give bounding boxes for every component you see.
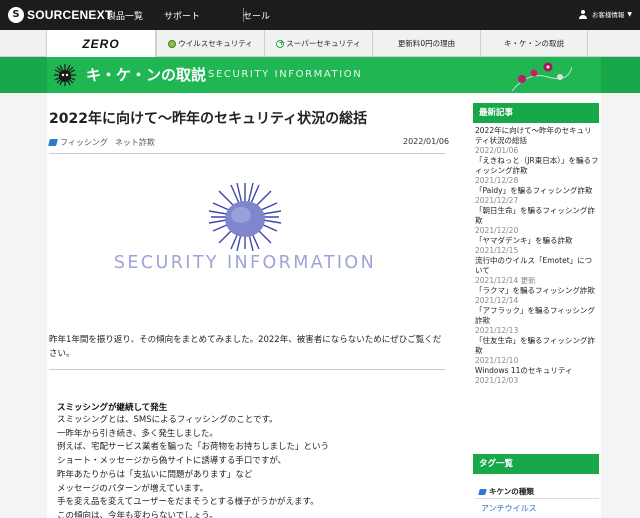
account-label: お客様情報 <box>591 11 625 19</box>
divider <box>475 498 599 499</box>
banner-decoration-icon <box>511 62 572 92</box>
article-main: 2022年に向けて〜昨年のセキュリティ状況の総括 フィッシング ネット詐欺 20… <box>47 93 453 518</box>
list-item[interactable]: 「住友生命」を騙るフィッシング詐欺 2021/12/10 <box>475 336 599 366</box>
recent-article-date: 2021/12/20 <box>475 226 519 235</box>
recent-article-title[interactable]: 「朝日生命」を騙るフィッシング詐欺 <box>475 206 599 226</box>
recent-article-title[interactable]: 「えきねっと（JR東日本）」を騙るフィッシング詐欺 <box>475 156 599 176</box>
recent-article-date: 2021/12/14 更新 <box>475 276 536 285</box>
recent-article-title[interactable]: 「住友生命」を騙るフィッシング詐欺 <box>475 336 599 356</box>
recent-article-date: 2021/12/15 <box>475 246 519 255</box>
tab-label: スーパーセキュリティ <box>286 39 361 48</box>
divider <box>49 153 445 154</box>
sidebar: 最新記事 2022年に向けて〜昨年のセキュリティ状況の総括 2022/01/06… <box>473 93 601 518</box>
tag-net-fraud[interactable]: ネット詐欺 <box>115 137 155 148</box>
body-line: 例えば、宅配サービス業者を騙った「お荷物をお持ちしました」という <box>57 442 330 453</box>
sourcenext-logo[interactable]: S SOURCENEXT <box>8 7 112 23</box>
sourcenext-logo-text: SOURCENEXT <box>27 8 113 22</box>
section-heading: スミッシングが継続して発生 <box>57 403 168 413</box>
recent-article-date: 2021/12/03 <box>475 376 519 385</box>
category-heading: キケンの種類 <box>478 486 534 497</box>
super-security-icon <box>276 38 285 48</box>
section-banner: キ・ケ・ンの取説 SECURITY INFORMATION <box>0 57 640 93</box>
tab-label: 更新料0円の理由 <box>397 39 456 48</box>
recent-article-title[interactable]: Windows 11のセキュリティ <box>475 366 599 376</box>
tab-label: ウイルスセキュリティ <box>178 39 253 48</box>
recent-article-date: 2021/12/14 <box>475 296 519 305</box>
recent-article-date: 2021/12/13 <box>475 326 519 335</box>
recent-article-date: 2021/12/10 <box>475 356 519 365</box>
banner-subtitle: SECURITY INFORMATION <box>208 69 363 80</box>
nav-sale[interactable]: セール <box>243 9 270 22</box>
banner-title: キ・ケ・ンの取説 <box>86 66 207 84</box>
article-date: 2022/01/06 <box>403 137 450 146</box>
nav-support[interactable]: サポート <box>164 9 200 22</box>
body-line: この傾向は、今年も変わらないでしょう。 <box>57 510 218 518</box>
recent-article-title[interactable]: 2022年に向けて〜昨年のセキュリティ状況の総括 <box>475 126 599 146</box>
category-link-antivirus[interactable]: アンチウイルス <box>481 503 537 514</box>
account-menu[interactable]: お客様情報 ▼ <box>579 9 632 19</box>
category-heading-label: キケンの種類 <box>489 487 534 496</box>
tab-zero[interactable]: ZERO <box>46 30 156 57</box>
hero-image: SECURITY INFORMATION <box>95 182 395 285</box>
list-item[interactable]: 2022年に向けて〜昨年のセキュリティ状況の総括 2022/01/06 <box>475 126 599 156</box>
tag-icon <box>48 139 58 146</box>
body-line: 昨年あたりからは「支払いに問題があります」など <box>57 469 253 480</box>
article-intro: 昨年1年間を振り返り、その傾向をまとめてみました。2022年、被害者にならないた… <box>49 335 442 359</box>
tag-icon <box>478 488 487 495</box>
body-line: スミッシングとは、SMSによるフィッシングのことです。 <box>57 415 278 425</box>
tag-list-heading: タグ一覧 <box>473 454 599 474</box>
hero-text: SECURITY INFORMATION <box>113 253 377 273</box>
virus-security-icon <box>168 39 177 48</box>
recent-article-title[interactable]: 「ラクマ」を騙るフィッシング詐欺 <box>475 286 599 296</box>
recent-article-title[interactable]: 「アフラック」を騙るフィッシング詐欺 <box>475 306 599 326</box>
tab-virus-security[interactable]: ウイルスセキュリティ <box>156 30 264 57</box>
list-item[interactable]: 「えきねっと（JR東日本）」を騙るフィッシング詐欺 2021/12/28 <box>475 156 599 186</box>
tab-kiken-guide[interactable]: キ・ケ・ンの取説 <box>480 30 588 57</box>
product-tab-bar: ZERO ウイルスセキュリティ スーパーセキュリティ 更新料0円の理由 キ・ケ・… <box>0 30 640 57</box>
zero-logo: ZERO <box>82 36 120 51</box>
user-icon <box>579 9 588 19</box>
list-item[interactable]: 「ラクマ」を騙るフィッシング詐欺 2021/12/14 <box>475 286 599 306</box>
page-gutter-right <box>601 93 640 518</box>
recent-article-title[interactable]: 流行中のウイルス「Emotet」について <box>475 256 599 276</box>
sourcenext-logo-icon: S <box>8 7 24 23</box>
article-title: 2022年に向けて〜昨年のセキュリティ状況の総括 <box>49 111 368 127</box>
recent-articles-heading: 最新記事 <box>473 103 599 123</box>
list-item[interactable]: Windows 11のセキュリティ 2021/12/03 <box>475 366 599 386</box>
body-line: 一昨年から引き続き、多く発生しました。 <box>57 428 218 439</box>
list-item[interactable]: 「ヤマダデンキ」を騙る詐欺 2021/12/15 <box>475 236 599 256</box>
recent-articles-list: 2022年に向けて〜昨年のセキュリティ状況の総括 2022/01/06 「えきね… <box>475 126 599 386</box>
list-item[interactable]: 「朝日生命」を騙るフィッシング詐欺 2021/12/20 <box>475 206 599 236</box>
chevron-down-icon: ▼ <box>627 10 632 18</box>
recent-article-title[interactable]: 「ヤマダデンキ」を騙る詐欺 <box>475 236 599 246</box>
body-line: メッセージのパターンが増えています。 <box>57 483 209 494</box>
urchin-mascot-icon <box>54 64 76 86</box>
list-item[interactable]: 流行中のウイルス「Emotet」について 2021/12/14 更新 <box>475 256 599 286</box>
recent-article-date: 2021/12/28 <box>475 176 519 185</box>
recent-article-date: 2022/01/06 <box>475 146 519 155</box>
list-item[interactable]: 「Paidy」を騙るフィッシング詐欺 2021/12/27 <box>475 186 599 206</box>
recent-article-date: 2021/12/27 <box>475 196 519 205</box>
divider <box>49 369 445 370</box>
tag-phishing[interactable]: フィッシング <box>60 137 108 148</box>
urchin-illustration-icon <box>208 182 282 251</box>
top-navigation-bar: S SOURCENEXT 製品一覧 サポート セール お客様情報 ▼ <box>0 0 640 30</box>
tab-super-security[interactable]: スーパーセキュリティ <box>264 30 372 57</box>
page-gutter-left <box>0 93 47 518</box>
tab-renewal-free[interactable]: 更新料0円の理由 <box>372 30 480 57</box>
nav-products[interactable]: 製品一覧 <box>107 9 143 22</box>
article-body: スミッシングとは、SMSによるフィッシングのことです。 一昨年から引き続き、多く… <box>57 414 447 518</box>
tab-label: キ・ケ・ンの取説 <box>504 39 564 48</box>
body-line: 手を変え品を変えてユーザーをだまそうとする様子がうかがえます。 <box>57 497 319 508</box>
list-item[interactable]: 「アフラック」を騙るフィッシング詐欺 2021/12/13 <box>475 306 599 336</box>
recent-article-title[interactable]: 「Paidy」を騙るフィッシング詐欺 <box>475 186 599 196</box>
body-line: ショート・メッセージから偽サイトに誘導する手口ですが、 <box>57 456 287 467</box>
article-tags: フィッシング ネット詐欺 <box>48 137 162 148</box>
